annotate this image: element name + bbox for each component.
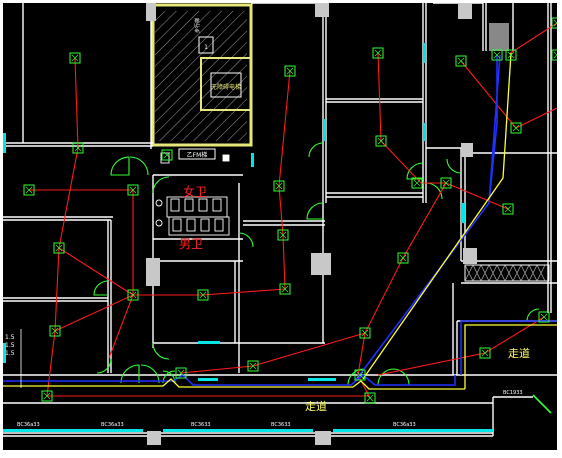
cad-canvas[interactable]: 无障碍电梯 1 步行梯 乙FM梯 女卫 男卫 走道 走道 1.5 1.5 1.5… <box>3 3 557 450</box>
scale-mark: 1.5 <box>5 334 15 341</box>
elevator-stair-core: 无障碍电梯 1 步行梯 乙FM梯 <box>151 3 253 160</box>
fixture <box>222 154 230 162</box>
label-wc-male: 男卫 <box>179 237 203 251</box>
column <box>458 3 472 19</box>
column <box>146 258 160 286</box>
scale-mark: 1.5 <box>5 350 15 357</box>
window <box>251 153 254 167</box>
door-tag-right: BC1933 <box>503 390 523 396</box>
column <box>489 23 509 51</box>
door-tag: BC3633 <box>191 422 211 428</box>
stair-top-label: 步行梯 <box>194 18 201 33</box>
label-corridor-bottom: 走道 <box>305 399 327 413</box>
drawing-background <box>3 3 557 450</box>
door-tag: BC36a33 <box>17 422 40 428</box>
column <box>315 431 331 445</box>
window <box>423 43 426 63</box>
scale-mark: 1.5 <box>5 342 15 349</box>
window <box>323 119 326 141</box>
column <box>146 3 156 21</box>
column <box>147 431 161 445</box>
column <box>463 248 477 264</box>
column <box>311 253 331 275</box>
door-tag: BC3633 <box>271 422 291 428</box>
window-band <box>333 429 493 432</box>
window-band <box>3 429 143 432</box>
column <box>315 3 329 17</box>
label-corridor-right: 走道 <box>508 346 530 360</box>
window <box>3 133 6 153</box>
window <box>198 378 218 381</box>
window <box>308 378 336 381</box>
elevator-label: 无障碍电梯 <box>211 83 241 91</box>
window <box>198 341 220 344</box>
label-wc-female: 女卫 <box>183 184 207 199</box>
floor-plan-drawing: 无障碍电梯 1 步行梯 乙FM梯 女卫 男卫 走道 走道 1.5 1.5 1.5… <box>3 3 557 450</box>
stair-bottom-label: 乙FM梯 <box>187 151 208 159</box>
screenshot-frame: 无障碍电梯 1 步行梯 乙FM梯 女卫 男卫 走道 走道 1.5 1.5 1.5… <box>0 0 562 458</box>
door-tag: BC36a33 <box>101 422 124 428</box>
window <box>461 203 465 223</box>
window-band <box>163 429 313 432</box>
window <box>423 123 426 141</box>
stair-small-label: 1 <box>204 44 208 51</box>
column <box>461 143 473 157</box>
door-tag: BC36a33 <box>393 422 416 428</box>
